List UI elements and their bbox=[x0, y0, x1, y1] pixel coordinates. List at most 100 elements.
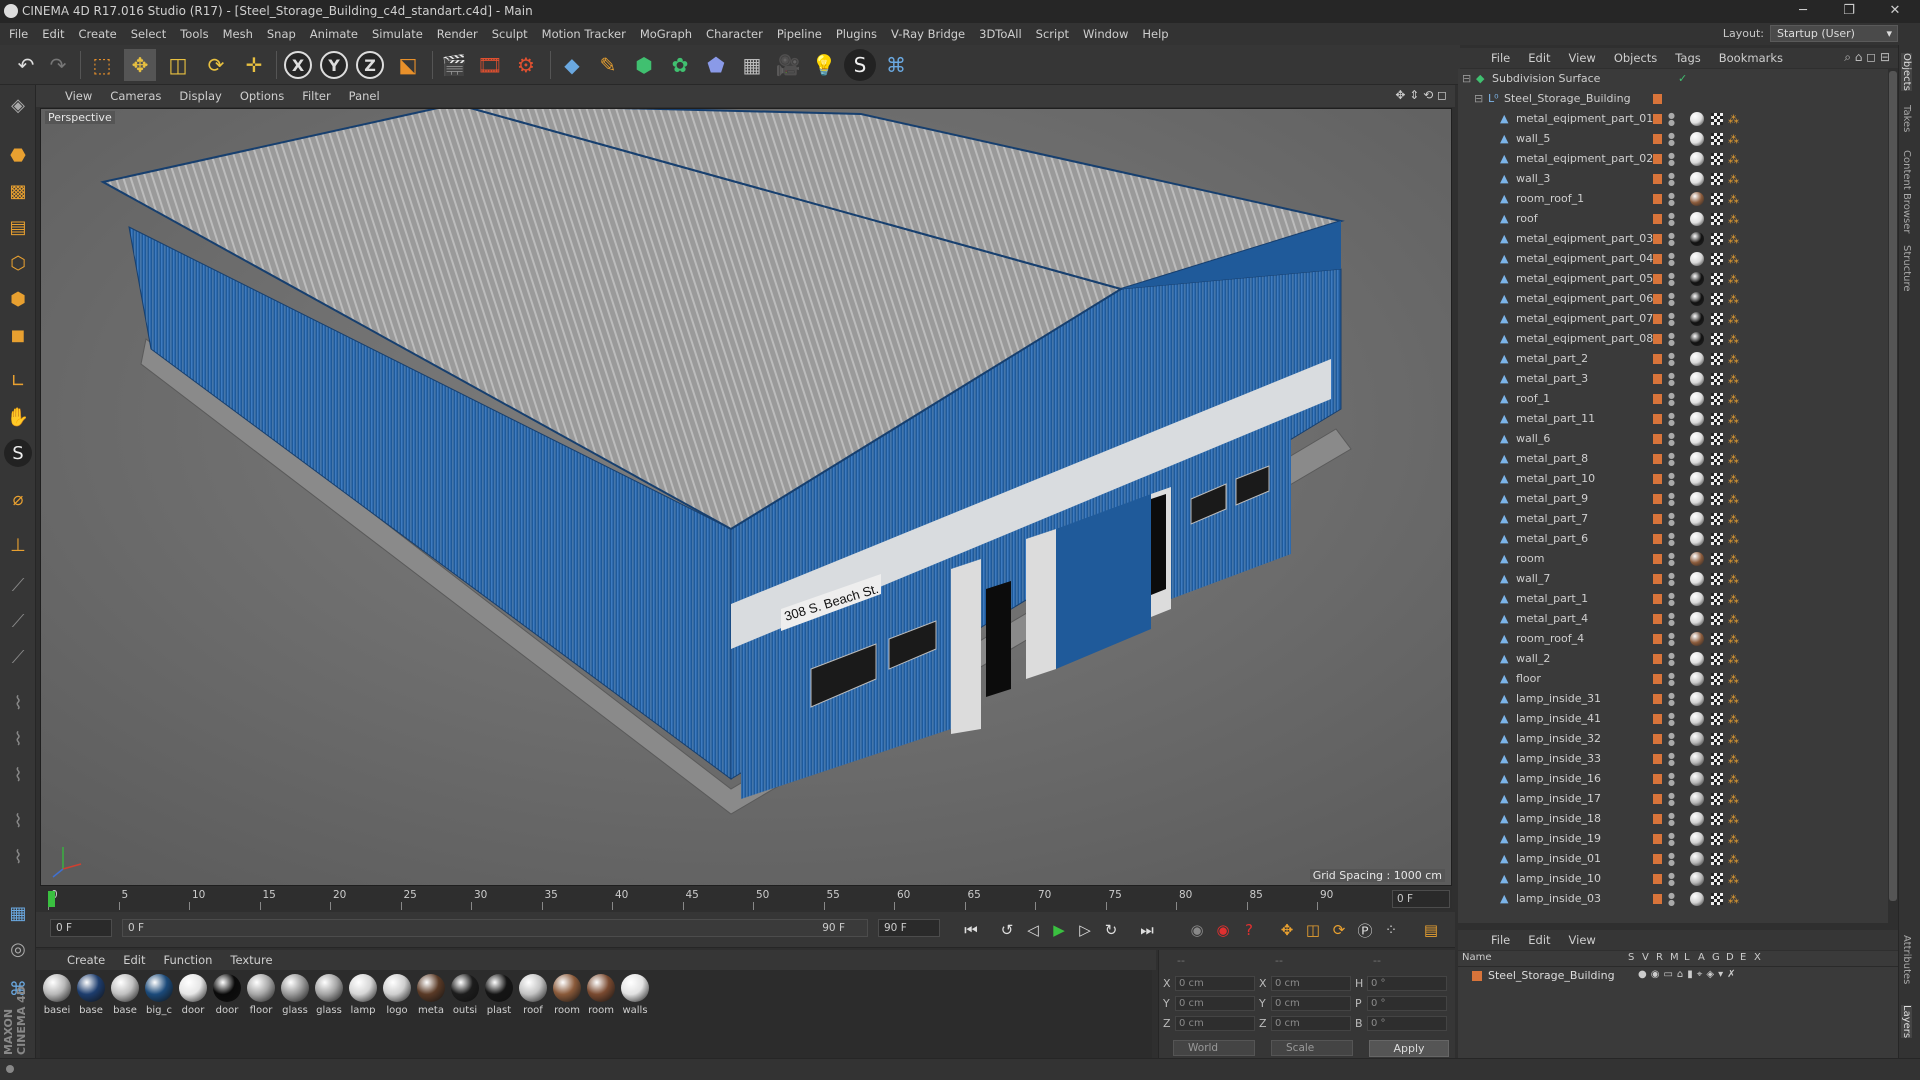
layer-column-header[interactable]: E bbox=[1740, 952, 1746, 963]
smooth-brush-icon[interactable]: ⌇ bbox=[4, 807, 32, 835]
workplane-icon[interactable]: ▤ bbox=[4, 213, 32, 241]
phong-tag-icon[interactable]: ⁂ bbox=[1728, 513, 1739, 526]
soft-selection-icon[interactable]: ⌇ bbox=[4, 689, 32, 717]
light-icon[interactable]: 💡 bbox=[808, 49, 840, 81]
coords-value-field[interactable]: 0 cm bbox=[1271, 996, 1351, 1011]
texture-tag-icon[interactable] bbox=[1711, 273, 1723, 285]
material-swatch[interactable]: base bbox=[110, 974, 140, 1016]
phong-tag-icon[interactable]: ⁂ bbox=[1728, 153, 1739, 166]
material-tag-icon[interactable] bbox=[1690, 892, 1704, 906]
coords-value-field[interactable]: 0 ° bbox=[1367, 976, 1447, 991]
phong-tag-icon[interactable]: ⁂ bbox=[1728, 833, 1739, 846]
texture-tag-icon[interactable] bbox=[1711, 553, 1723, 565]
texture-tag-icon[interactable] bbox=[1711, 253, 1723, 265]
polygons-mode-icon[interactable]: ◼ bbox=[4, 321, 32, 349]
texture-tag-icon[interactable] bbox=[1711, 733, 1723, 745]
texture-tag-icon[interactable] bbox=[1711, 693, 1723, 705]
object-row[interactable]: ▲ lamp_inside_41 ● ● ⁂ bbox=[1458, 709, 1898, 729]
visibility-dots-icon[interactable]: ● ● bbox=[1668, 692, 1675, 707]
visibility-dots-icon[interactable]: ● ● bbox=[1668, 132, 1675, 147]
layer-column-header[interactable]: S bbox=[1628, 952, 1634, 963]
menu-plugins[interactable]: Plugins bbox=[829, 23, 884, 45]
scale-tool-icon[interactable]: ◫ bbox=[162, 49, 194, 81]
menu-help[interactable]: Help bbox=[1135, 23, 1175, 45]
layer-column-header[interactable]: M bbox=[1670, 952, 1679, 963]
phong-tag-icon[interactable]: ⁂ bbox=[1728, 553, 1739, 566]
object-row[interactable]: ▲ metal_part_6 ● ● ⁂ bbox=[1458, 529, 1898, 549]
phong-tag-icon[interactable]: ⁂ bbox=[1728, 873, 1739, 886]
object-row[interactable]: ▲ metal_part_10 ● ● ⁂ bbox=[1458, 469, 1898, 489]
material-swatch[interactable]: plast bbox=[484, 974, 514, 1016]
move-tool-icon[interactable]: ✥ bbox=[124, 49, 156, 81]
visibility-dots-icon[interactable]: ● ● bbox=[1668, 432, 1675, 447]
object-row[interactable]: ▲ metal_eqipment_part_05 ● ● ⁂ bbox=[1458, 269, 1898, 289]
object-row[interactable]: ▲ metal_part_9 ● ● ⁂ bbox=[1458, 489, 1898, 509]
phong-tag-icon[interactable]: ⁂ bbox=[1728, 893, 1739, 906]
menu-select[interactable]: Select bbox=[124, 23, 173, 45]
object-row[interactable]: ▲ metal_eqipment_part_04 ● ● ⁂ bbox=[1458, 249, 1898, 269]
phong-tag-icon[interactable]: ⁂ bbox=[1728, 473, 1739, 486]
side-tab-attributes[interactable]: Attributes bbox=[1901, 935, 1912, 984]
magnet-icon[interactable]: ⌀ bbox=[4, 485, 32, 513]
key-rotation-icon[interactable]: ⟳ bbox=[1328, 920, 1350, 940]
object-row[interactable]: ▲ roof_1 ● ● ⁂ bbox=[1458, 389, 1898, 409]
phong-tag-icon[interactable]: ⁂ bbox=[1728, 253, 1739, 266]
dynamics-icon[interactable]: ◎ bbox=[4, 935, 32, 963]
object-row[interactable]: ▲ room ● ● ⁂ bbox=[1458, 549, 1898, 569]
enabled-check-icon[interactable]: ✓ bbox=[1678, 72, 1687, 85]
phong-tag-icon[interactable]: ⁂ bbox=[1728, 853, 1739, 866]
phong-tag-icon[interactable]: ⁂ bbox=[1728, 333, 1739, 346]
model-mode-icon[interactable]: ⬣ bbox=[4, 141, 32, 169]
preview-range-slider[interactable]: 0 F 90 F bbox=[122, 919, 868, 937]
object-row[interactable]: ▲ metal_eqipment_part_06 ● ● ⁂ bbox=[1458, 289, 1898, 309]
menu-create[interactable]: Create bbox=[72, 23, 124, 45]
object-row[interactable]: ▲ lamp_inside_18 ● ● ⁂ bbox=[1458, 809, 1898, 829]
keyframe-selection-icon[interactable]: ? bbox=[1238, 920, 1260, 940]
render-picture-viewer-icon[interactable]: 🎞 bbox=[474, 49, 506, 81]
expand-toggle-icon[interactable]: ⊟ bbox=[1462, 72, 1471, 85]
material-swatch[interactable]: room bbox=[586, 974, 616, 1016]
phong-tag-icon[interactable]: ⁂ bbox=[1728, 613, 1739, 626]
viewport-menu-options[interactable]: Options bbox=[231, 85, 293, 107]
phong-tag-icon[interactable]: ⁂ bbox=[1728, 533, 1739, 546]
material-menu-texture[interactable]: Texture bbox=[221, 949, 281, 971]
material-menu-edit[interactable]: Edit bbox=[114, 949, 154, 971]
visibility-dots-icon[interactable]: ● ● bbox=[1668, 532, 1675, 547]
phong-tag-icon[interactable]: ⁂ bbox=[1728, 693, 1739, 706]
material-tag-icon[interactable] bbox=[1690, 332, 1704, 346]
phong-tag-icon[interactable]: ⁂ bbox=[1728, 113, 1739, 126]
texture-tag-icon[interactable] bbox=[1711, 473, 1723, 485]
menu-tools[interactable]: Tools bbox=[173, 23, 215, 45]
undo-icon[interactable]: ↶ bbox=[10, 49, 42, 81]
material-tag-icon[interactable] bbox=[1690, 732, 1704, 746]
object-row[interactable]: ▲ room_roof_1 ● ● ⁂ bbox=[1458, 189, 1898, 209]
material-tag-icon[interactable] bbox=[1690, 712, 1704, 726]
visibility-dots-icon[interactable]: ● ● bbox=[1668, 112, 1675, 127]
object-row[interactable]: ▲ wall_2 ● ● ⁂ bbox=[1458, 649, 1898, 669]
phong-tag-icon[interactable]: ⁂ bbox=[1728, 453, 1739, 466]
material-swatch[interactable]: room bbox=[552, 974, 582, 1016]
y-axis-lock-button[interactable]: Y bbox=[320, 51, 348, 79]
layer-column-header[interactable]: X bbox=[1754, 952, 1761, 963]
object-manager-scrollbar[interactable] bbox=[1888, 69, 1898, 923]
material-tag-icon[interactable] bbox=[1690, 832, 1704, 846]
phong-tag-icon[interactable]: ⁂ bbox=[1728, 313, 1739, 326]
maximize-button[interactable]: ❐ bbox=[1826, 0, 1872, 23]
visibility-dots-icon[interactable]: ● ● bbox=[1668, 232, 1675, 247]
redo-icon[interactable]: ↷ bbox=[42, 49, 74, 81]
pull-brush-icon[interactable]: ⌇ bbox=[4, 761, 32, 789]
record-keys-icon[interactable]: ◉ bbox=[1186, 920, 1208, 940]
material-tag-icon[interactable] bbox=[1690, 492, 1704, 506]
material-tag-icon[interactable] bbox=[1690, 512, 1704, 526]
layer-column-header[interactable]: A bbox=[1698, 952, 1705, 963]
rotate-tool-icon[interactable]: ⟳ bbox=[200, 49, 232, 81]
side-tab-takes[interactable]: Takes bbox=[1901, 105, 1912, 132]
object-menu-objects[interactable]: Objects bbox=[1605, 47, 1666, 69]
visibility-dots-icon[interactable]: ● ● bbox=[1668, 552, 1675, 567]
phong-tag-icon[interactable]: ⁂ bbox=[1728, 173, 1739, 186]
object-row[interactable]: ▲ roof ● ● ⁂ bbox=[1458, 209, 1898, 229]
object-row[interactable]: L⁰ Steel_Storage_Building ⊟ bbox=[1458, 89, 1898, 109]
texture-tag-icon[interactable] bbox=[1711, 573, 1723, 585]
autokey-icon[interactable]: ◉ bbox=[1212, 920, 1234, 940]
deformer-icon[interactable]: ⬟ bbox=[700, 49, 732, 81]
